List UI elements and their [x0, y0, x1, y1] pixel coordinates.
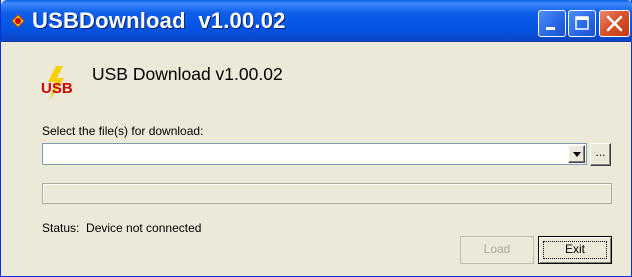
exit-button-label: Exit — [564, 242, 585, 256]
usb-logo-text: USB — [41, 80, 73, 97]
title-bar[interactable]: USBDownload v1.00.02 — [1, 0, 632, 42]
download-progress-bar — [42, 183, 612, 204]
load-button[interactable]: Load — [460, 236, 534, 264]
close-button[interactable] — [599, 10, 630, 37]
maximize-icon — [575, 16, 589, 30]
exit-button[interactable]: Exit — [538, 236, 612, 264]
minimize-icon — [546, 27, 555, 30]
app-window: USBDownload v1.00.02 USB USB Download v1… — [0, 0, 632, 277]
browse-button[interactable]: ... — [590, 143, 611, 166]
window-title: USBDownload v1.00.02 — [32, 8, 286, 33]
file-select-label: Select the file(s) for download: — [42, 124, 204, 138]
status-text: Status: Device not connected — [42, 221, 202, 235]
close-icon — [606, 15, 623, 32]
dropdown-arrow-icon[interactable] — [568, 145, 585, 163]
minimize-button[interactable] — [538, 10, 566, 37]
usb-app-icon — [11, 14, 25, 28]
file-select-combobox[interactable] — [42, 143, 587, 165]
app-heading: USB Download v1.00.02 — [92, 64, 283, 84]
maximize-button[interactable] — [568, 10, 596, 37]
